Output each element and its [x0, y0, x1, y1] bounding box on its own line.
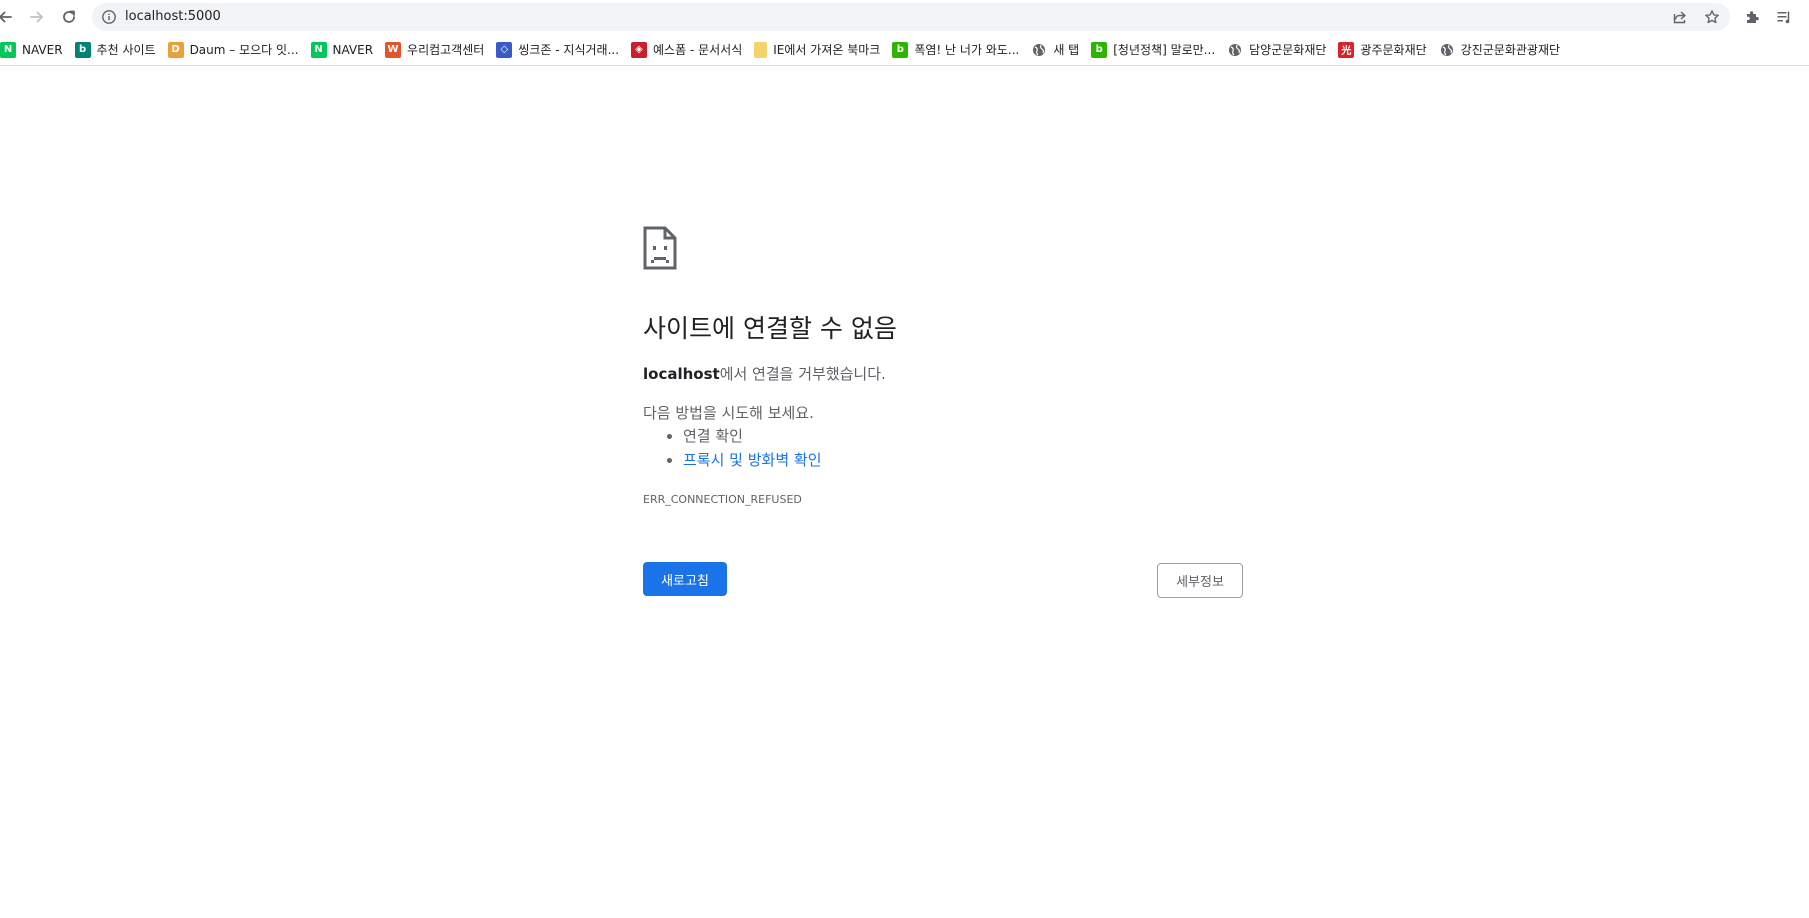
bookmark-label: Daum – 모으다 잇...	[189, 43, 299, 57]
bookmark-item[interactable]: 강진군문화관광재단	[1439, 37, 1566, 63]
share-button[interactable]	[1670, 7, 1690, 27]
reload-toolbar-button[interactable]	[56, 4, 82, 30]
bookmark-item[interactable]: b [청년정책] 말로만...	[1091, 37, 1221, 63]
naver-icon: N	[310, 41, 327, 58]
bookmark-item[interactable]: D Daum – 모으다 잇...	[167, 37, 305, 63]
bookmark-label: 광주문화재단	[1360, 43, 1427, 57]
share-icon	[1673, 11, 1686, 24]
bookmark-item[interactable]: ◈ 예스폼 - 문서서식	[631, 37, 748, 63]
reload-icon	[63, 10, 75, 23]
yesform-icon: ◈	[631, 41, 648, 58]
bookmark-item[interactable]: 담양군문화재단	[1227, 37, 1332, 63]
address-bar[interactable]: localhost:5000	[92, 3, 1730, 31]
bookmark-item[interactable]: ◇ 씽크존 - 지식거래...	[496, 37, 625, 63]
bookmark-item[interactable]: 새 탭	[1031, 37, 1085, 63]
extensions-button[interactable]	[1740, 5, 1764, 29]
bookmark-star-button[interactable]	[1702, 7, 1722, 27]
bookmark-item[interactable]: 光 광주문화재단	[1338, 37, 1432, 63]
thinkzone-icon: ◇	[496, 41, 513, 58]
folder-icon	[754, 41, 768, 58]
blog-icon: b	[892, 41, 909, 58]
error-description-text: 에서 연결을 거부했습니다.	[719, 365, 886, 383]
daum-icon: D	[167, 41, 184, 58]
error-host: localhost	[643, 365, 720, 383]
blog-icon: b	[1091, 41, 1108, 58]
check-proxy-link[interactable]: 프록시 및 방화벽 확인	[683, 451, 822, 469]
bookmark-label: 우리컴고객센터	[407, 43, 485, 57]
naver-icon: N	[0, 41, 16, 58]
info-icon[interactable]	[101, 9, 117, 25]
bookmark-item[interactable]: W 우리컴고객센터	[385, 37, 490, 63]
bookmark-label: IE에서 가져온 북마크	[773, 43, 881, 57]
try-label: 다음 방법을 시도해 보세요.	[643, 404, 814, 422]
error-code: ERR_CONNECTION_REFUSED	[643, 493, 802, 506]
bookmark-label: 강진군문화관광재단	[1460, 43, 1561, 57]
globe-icon	[1227, 42, 1243, 58]
forward-button[interactable]	[24, 4, 50, 30]
bookmark-label: [청년정책] 말로만...	[1113, 43, 1216, 57]
sad-page-icon	[643, 226, 677, 270]
bookmark-label: 폭염! 난 너가 와도...	[914, 43, 1020, 57]
error-description: localhost에서 연결을 거부했습니다.	[643, 363, 886, 384]
browser-toolbar: localhost:5000	[0, 0, 1809, 34]
suggestion-check-proxy: 프록시 및 방화벽 확인	[683, 448, 822, 472]
arrow-left-icon	[0, 11, 12, 23]
bookmark-label: 담양군문화재단	[1249, 43, 1327, 57]
bookmark-label: 씽크존 - 지식거래...	[518, 43, 620, 57]
globe-icon	[1031, 42, 1047, 58]
bookmarks-bar: N NAVER b 추천 사이트 D Daum – 모으다 잇... N NAVER W 우리컴고…	[0, 34, 1809, 66]
bookmark-label: NAVER	[332, 42, 374, 57]
details-button[interactable]: 세부정보	[1157, 563, 1243, 598]
bing-icon: b	[74, 41, 91, 58]
suggestions-list: 연결 확인 프록시 및 방화벽 확인	[643, 424, 822, 472]
star-icon	[1705, 10, 1719, 24]
bookmark-item[interactable]: b 추천 사이트	[74, 37, 162, 63]
bookmark-item[interactable]: N NAVER	[310, 37, 380, 63]
bookmark-item[interactable]: N NAVER	[0, 37, 69, 63]
bookmark-label: NAVER	[22, 42, 63, 57]
wooricom-icon: W	[385, 41, 402, 58]
url-text[interactable]: localhost:5000	[125, 3, 221, 31]
suggestion-check-connection: 연결 확인	[683, 424, 822, 448]
reading-list-icon	[1777, 11, 1790, 24]
puzzle-icon	[1747, 11, 1759, 23]
bookmark-label: 예스폼 - 문서서식	[653, 43, 743, 57]
bookmark-label: 추천 사이트	[96, 43, 156, 57]
back-button[interactable]	[0, 4, 18, 30]
gwangju-icon: 光	[1338, 41, 1355, 58]
bookmark-item[interactable]: IE에서 가져온 북마크	[754, 37, 886, 63]
error-title: 사이트에 연결할 수 없음	[643, 314, 897, 343]
globe-icon	[1439, 42, 1455, 58]
bookmark-label: 새 탭	[1053, 43, 1080, 57]
reading-list-button[interactable]	[1772, 5, 1796, 29]
reload-button[interactable]: 새로고침	[643, 562, 727, 596]
bookmark-item[interactable]: b 폭염! 난 너가 와도...	[892, 37, 1025, 63]
arrow-right-icon	[30, 11, 43, 23]
